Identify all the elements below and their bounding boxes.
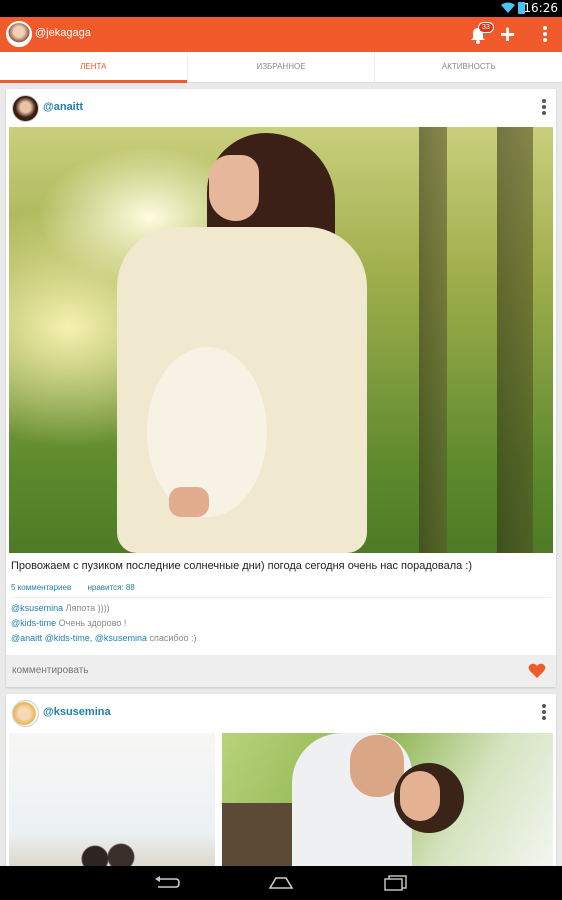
clock: 16:26 bbox=[523, 1, 558, 15]
overflow-menu-button[interactable] bbox=[538, 26, 552, 44]
comment-button[interactable]: комментировать bbox=[12, 665, 89, 676]
post-photo[interactable] bbox=[9, 733, 215, 874]
post-username[interactable]: @ksusemina bbox=[43, 706, 111, 718]
avatar[interactable] bbox=[6, 21, 32, 47]
current-username[interactable]: @jekagaga bbox=[35, 27, 91, 39]
system-nav-bar bbox=[0, 866, 562, 900]
heart-icon[interactable] bbox=[528, 663, 546, 679]
comment-item: @anaitt @kids-time, @ksusemina спасибоо … bbox=[11, 631, 197, 646]
post-header: @ksusemina bbox=[6, 694, 556, 732]
tab-bar: ЛЕНТА ИЗБРАННОЕ АКТИВНОСТЬ bbox=[0, 52, 562, 83]
back-icon[interactable] bbox=[154, 876, 180, 890]
tab-activity[interactable]: АКТИВНОСТЬ bbox=[375, 52, 562, 82]
post-menu-button[interactable] bbox=[542, 99, 548, 117]
app-bar: @jekagaga 33 + bbox=[0, 17, 562, 52]
comment-author[interactable]: @ksusemina bbox=[11, 603, 63, 613]
post-username[interactable]: @anaitt bbox=[43, 101, 83, 113]
status-bar: 16:26 bbox=[0, 0, 562, 17]
post-card: @anaitt Провожаем с пузиком последние со… bbox=[6, 89, 556, 687]
post-meta: 5 комментариев нравится: 88 bbox=[11, 583, 551, 598]
recent-apps-icon[interactable] bbox=[384, 875, 408, 891]
comment-author[interactable]: @kids-time bbox=[11, 618, 56, 628]
post-header: @anaitt bbox=[6, 89, 556, 127]
tab-feed[interactable]: ЛЕНТА bbox=[0, 52, 188, 83]
post-caption: Провожаем с пузиком последние солнечные … bbox=[11, 560, 473, 572]
comment-item: @ksusemina Ляпота )))) bbox=[11, 601, 197, 616]
tab-favorites[interactable]: ИЗБРАННОЕ bbox=[188, 52, 376, 82]
post-photo[interactable] bbox=[222, 733, 553, 874]
comment-bar: комментировать bbox=[6, 655, 556, 687]
likes-count-link[interactable]: нравится: 88 bbox=[87, 583, 134, 592]
comment-item: @kids-time Очень здорово ! bbox=[11, 616, 197, 631]
comments-count-link[interactable]: 5 комментариев bbox=[11, 583, 71, 592]
comment-text: спасибоо :) bbox=[146, 633, 197, 643]
wifi-icon bbox=[501, 2, 515, 13]
comment-text: Очень здорово ! bbox=[56, 618, 127, 628]
add-button[interactable]: + bbox=[500, 21, 515, 47]
notification-badge: 33 bbox=[478, 22, 494, 33]
avatar[interactable] bbox=[12, 700, 39, 727]
post-photo[interactable] bbox=[9, 127, 553, 553]
comment-mentions[interactable]: @kids-time, @ksusemina bbox=[42, 633, 147, 643]
comments-list: @ksusemina Ляпота )))) @kids-time Очень … bbox=[11, 601, 197, 646]
comment-text: Ляпота )))) bbox=[63, 603, 110, 613]
avatar[interactable] bbox=[12, 95, 39, 122]
post-card: @ksusemina bbox=[6, 694, 556, 874]
comment-author[interactable]: @anaitt bbox=[11, 633, 42, 643]
home-icon[interactable] bbox=[268, 876, 294, 890]
post-menu-button[interactable] bbox=[542, 704, 548, 722]
